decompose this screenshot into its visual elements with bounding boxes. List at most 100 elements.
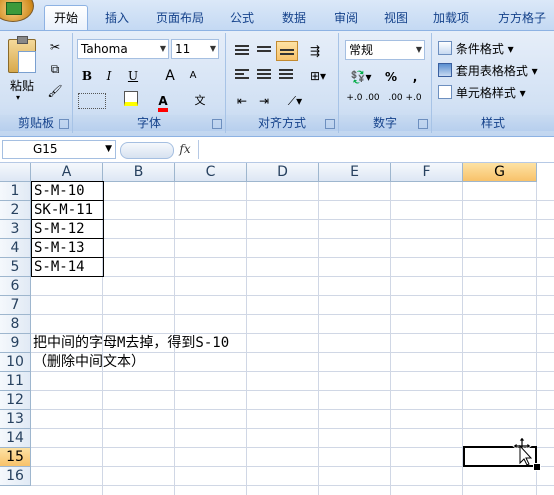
align-left-button[interactable] bbox=[232, 66, 252, 86]
accounting-format-button[interactable]: 💱▾ bbox=[345, 67, 377, 87]
row-header-9[interactable]: 9 bbox=[0, 334, 31, 353]
clipboard-group: 粘贴 ▾ ✂ ⧉ 🖌 剪贴板 bbox=[0, 33, 73, 133]
align-right-icon bbox=[279, 69, 293, 79]
column-header-b[interactable]: B bbox=[103, 163, 175, 182]
increase-decimal-button[interactable]: +.0 .00 bbox=[345, 93, 381, 113]
row-header-10[interactable]: 10 bbox=[0, 353, 31, 372]
chevron-down-icon: ▼ bbox=[415, 45, 422, 54]
align-right-button[interactable] bbox=[276, 66, 296, 86]
copy-icon: ⧉ bbox=[50, 62, 60, 76]
cell-a5[interactable]: S-M-14 bbox=[31, 257, 104, 277]
italic-button[interactable]: I bbox=[100, 66, 118, 86]
cell-a10[interactable]: （删除中间文本） bbox=[31, 353, 145, 372]
row-header-8[interactable]: 8 bbox=[0, 315, 31, 334]
copy-button[interactable]: ⧉ bbox=[44, 59, 66, 79]
row-header-12[interactable]: 12 bbox=[0, 391, 31, 410]
cell-a4[interactable]: S-M-13 bbox=[31, 238, 104, 258]
decrease-decimal-button[interactable]: .00 +.0 bbox=[387, 93, 423, 113]
cell-a2[interactable]: SK-M-11 bbox=[31, 200, 104, 220]
row-header-13[interactable]: 13 bbox=[0, 410, 31, 429]
row-gridline bbox=[31, 390, 554, 391]
row-gridline bbox=[31, 295, 554, 296]
cell-styles-button[interactable]: 单元格样式 ▾ bbox=[438, 83, 550, 103]
paste-button[interactable]: 粘贴 ▾ bbox=[0, 33, 40, 103]
decrease-indent-button[interactable]: ⇤ bbox=[232, 91, 252, 111]
merge-icon: ⊞▾ bbox=[309, 69, 327, 83]
cell-a1[interactable]: S-M-10 bbox=[31, 181, 104, 201]
row-header-5[interactable]: 5 bbox=[0, 258, 31, 277]
underline-button[interactable]: U bbox=[122, 66, 144, 86]
wrap-text-button[interactable]: ⇶ bbox=[304, 41, 326, 61]
increase-indent-button[interactable]: ⇥ bbox=[254, 91, 274, 111]
tab-formulas[interactable]: 公式 bbox=[224, 8, 260, 28]
tab-addins[interactable]: 加载项 bbox=[428, 8, 474, 28]
chevron-down-icon: ▼ bbox=[209, 44, 216, 53]
tab-review[interactable]: 审阅 bbox=[328, 8, 364, 28]
row-header-4[interactable]: 4 bbox=[0, 239, 31, 258]
format-painter-button[interactable]: 🖌 bbox=[44, 81, 66, 101]
cell-styles-icon bbox=[438, 85, 452, 99]
row-header-11[interactable]: 11 bbox=[0, 372, 31, 391]
font-size-select[interactable]: 11 ▼ bbox=[171, 39, 219, 59]
column-header-f[interactable]: F bbox=[391, 163, 463, 182]
font-launcher-icon[interactable] bbox=[212, 119, 222, 129]
row-header-2[interactable]: 2 bbox=[0, 201, 31, 220]
outdent-icon: ⇤ bbox=[236, 94, 248, 108]
tab-insert[interactable]: 插入 bbox=[98, 8, 136, 28]
currency-icon: 💱▾ bbox=[350, 70, 372, 84]
phonetic-button[interactable]: 文 bbox=[185, 91, 215, 111]
borders-button[interactable] bbox=[78, 93, 106, 109]
tab-home[interactable]: 开始 bbox=[44, 5, 88, 31]
orientation-button[interactable]: ⟋▾ bbox=[280, 91, 310, 111]
formula-bar-splitter[interactable] bbox=[120, 142, 174, 159]
number-launcher-icon[interactable] bbox=[418, 119, 428, 129]
cell-styles-label: 单元格样式 bbox=[455, 86, 516, 100]
column-header-e[interactable]: E bbox=[319, 163, 391, 182]
cell-a3[interactable]: S-M-12 bbox=[31, 219, 104, 239]
row-header-3[interactable]: 3 bbox=[0, 220, 31, 239]
tab-data[interactable]: 数据 bbox=[276, 8, 312, 28]
name-box[interactable]: G15 ▼ bbox=[2, 140, 116, 159]
cell-a9[interactable]: 把中间的字母M去掉，得到S-10 bbox=[31, 334, 229, 353]
column-header-a[interactable]: A bbox=[31, 163, 103, 182]
formula-input[interactable] bbox=[198, 140, 554, 159]
cut-button[interactable]: ✂ bbox=[44, 37, 66, 57]
tab-view[interactable]: 视图 bbox=[378, 8, 414, 28]
row-header-14[interactable]: 14 bbox=[0, 429, 31, 448]
office-button[interactable] bbox=[0, 0, 34, 22]
comma-button[interactable]: , bbox=[405, 67, 425, 87]
align-middle-button[interactable] bbox=[254, 41, 274, 61]
column-gridline bbox=[390, 182, 391, 495]
insert-function-button[interactable]: fx bbox=[176, 141, 194, 158]
row-gridline bbox=[31, 409, 554, 410]
tab-page-layout[interactable]: 页面布局 bbox=[150, 8, 210, 28]
format-as-table-button[interactable]: 套用表格格式 ▾ bbox=[438, 61, 554, 81]
font-name-select[interactable]: Tahoma ▼ bbox=[77, 39, 169, 59]
align-center-button[interactable] bbox=[254, 66, 274, 86]
shrink-font-button[interactable]: A bbox=[183, 66, 203, 86]
clipboard-launcher-icon[interactable] bbox=[59, 119, 69, 129]
font-color-button[interactable]: A bbox=[151, 91, 175, 112]
row-header-7[interactable]: 7 bbox=[0, 296, 31, 315]
align-top-button[interactable] bbox=[232, 41, 252, 61]
align-bottom-button[interactable] bbox=[276, 41, 298, 61]
align-middle-icon bbox=[257, 46, 271, 56]
column-header-c[interactable]: C bbox=[175, 163, 247, 182]
row-header-16[interactable]: 16 bbox=[0, 467, 31, 486]
percent-button[interactable]: % bbox=[381, 67, 401, 87]
row-header-15[interactable]: 15 bbox=[0, 448, 31, 467]
grow-font-button[interactable]: A bbox=[160, 66, 180, 86]
column-header-g[interactable]: G bbox=[463, 163, 537, 182]
fill-handle[interactable] bbox=[533, 463, 541, 471]
tab-fangfang-gezi[interactable]: 方方格子 bbox=[492, 8, 552, 28]
bold-button[interactable]: B bbox=[78, 66, 96, 86]
conditional-formatting-button[interactable]: 条件格式 ▾ bbox=[438, 39, 550, 59]
alignment-launcher-icon[interactable] bbox=[325, 119, 335, 129]
number-format-select[interactable]: 常规 ▼ bbox=[345, 40, 425, 60]
select-all-corner[interactable] bbox=[0, 163, 31, 182]
column-header-d[interactable]: D bbox=[247, 163, 319, 182]
fill-color-button[interactable] bbox=[117, 91, 145, 111]
row-header-1[interactable]: 1 bbox=[0, 182, 31, 201]
row-header-6[interactable]: 6 bbox=[0, 277, 31, 296]
merge-center-button[interactable]: ⊞▾ bbox=[304, 66, 332, 86]
